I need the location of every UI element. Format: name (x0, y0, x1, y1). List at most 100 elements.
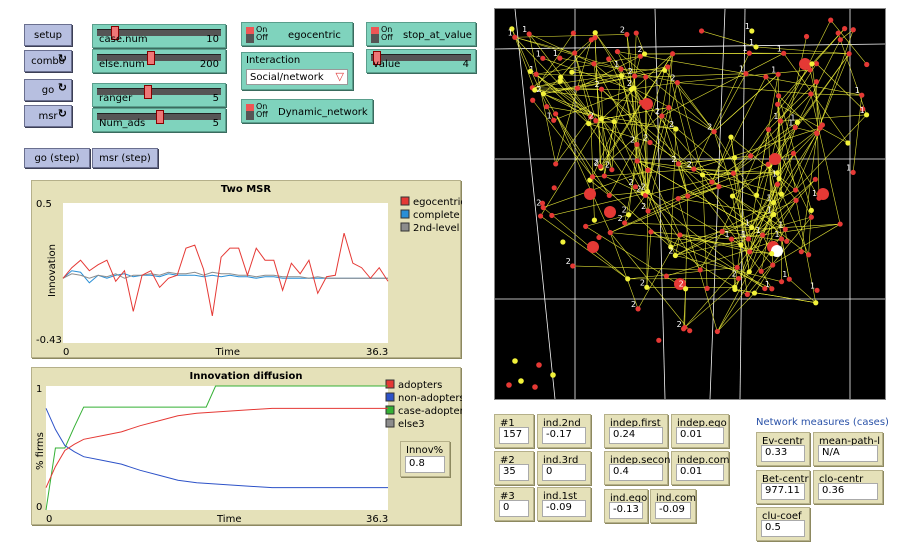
node (812, 176, 818, 182)
slider-knob[interactable] (144, 85, 153, 99)
edge (693, 127, 821, 170)
node (729, 193, 736, 199)
node-label: 2 (627, 79, 632, 88)
node (666, 104, 672, 111)
slider-else-num[interactable]: else.num 200 (92, 49, 226, 73)
node (539, 200, 546, 206)
node (774, 170, 780, 176)
node-label: 2 (630, 135, 635, 144)
node-label: 1 (739, 65, 744, 74)
chooser-interaction[interactable]: Interaction Social/network ▽ (241, 52, 353, 90)
node (645, 188, 651, 195)
node (728, 236, 735, 242)
edge (572, 265, 701, 271)
node (672, 252, 678, 259)
toggle-icon[interactable] (246, 104, 254, 120)
edge (594, 32, 622, 76)
node (775, 93, 782, 99)
x-min-label: 0 (63, 347, 69, 358)
node (769, 251, 775, 257)
go-step-button[interactable]: go (step) (24, 148, 90, 168)
switch-egocentric[interactable]: On Off egocentric (241, 22, 353, 46)
network-measures-title: Network measures (cases) (756, 417, 889, 428)
slider-value[interactable]: value 4 (366, 49, 476, 73)
node (704, 285, 710, 291)
node (553, 161, 559, 167)
node (749, 224, 755, 231)
slider-ranger[interactable]: ranger 5 (92, 83, 226, 107)
plot-area: 0.5 -0.430 36.3 Time Innovation egocentric com… (36, 196, 462, 358)
node (808, 214, 814, 220)
slider-knob[interactable] (146, 51, 155, 65)
node (669, 51, 676, 57)
node (618, 73, 625, 79)
node (638, 99, 645, 106)
node-label: 2 (620, 25, 625, 34)
node (544, 104, 550, 110)
node (813, 79, 820, 85)
nodes: 1212121212121212121212121212121212121212… (508, 17, 870, 343)
node (814, 287, 820, 293)
node (626, 212, 632, 218)
switch-dynamic-network[interactable]: On Off Dynamic_network (241, 99, 373, 123)
legend-swatch (400, 209, 410, 219)
node (808, 91, 814, 97)
node (828, 17, 834, 23)
node (770, 262, 776, 268)
monitor-mean-path: mean-path-l N/A (813, 432, 883, 466)
slider-label: else.num (99, 59, 145, 70)
dropdown-arrow-icon[interactable]: ▽ (336, 70, 344, 83)
node-label: 2 (640, 278, 645, 287)
slider-case-num[interactable]: case.num 10 (92, 24, 226, 48)
setup-button[interactable]: setup (24, 24, 72, 46)
monitor-ev-centr: Ev-centr 0.33 (756, 432, 810, 466)
monitor-value: -0.13 (609, 502, 643, 519)
go-button[interactable]: go ↻ (24, 79, 72, 101)
plot-innovation-diffusion: Innovation diffusion 1 0 0 36.3 Time% firms a… (31, 367, 462, 525)
edge (816, 53, 850, 133)
legend-swatch (385, 405, 395, 415)
chooser-select[interactable]: Social/network ▽ (246, 69, 348, 85)
monitor-value: 0.24 (609, 427, 663, 444)
node (808, 207, 814, 213)
legend-label: egocentric (413, 197, 462, 208)
node (632, 184, 639, 190)
edge (555, 113, 611, 233)
node-label: 2 (670, 74, 675, 83)
monitor-value: 0.5 (761, 520, 805, 537)
world-view[interactable]: 1212121212121212121212121212121212121212… (494, 8, 886, 400)
node (574, 85, 581, 91)
combo-button[interactable]: combo ↻ (24, 50, 72, 72)
node (697, 267, 703, 273)
forever-icon: ↻ (57, 107, 67, 120)
hub-node (769, 153, 781, 165)
plot-background (46, 386, 388, 510)
node (540, 204, 546, 211)
node (809, 61, 815, 67)
node (771, 211, 777, 218)
toggle-icon[interactable] (246, 27, 254, 43)
slider-num-ads[interactable]: Num_ads 5 (92, 108, 226, 132)
node (589, 174, 596, 180)
node (592, 30, 598, 36)
node (663, 273, 669, 279)
node (778, 191, 785, 197)
monitor-value: 977.11 (761, 483, 805, 500)
node (675, 161, 682, 167)
y-min-label: -0.43 (36, 335, 62, 346)
switch-stop-at-value[interactable]: On Off stop_at_value (366, 22, 476, 46)
msr-step-button[interactable]: msr (step) (92, 148, 158, 168)
node-label: 2 (655, 107, 660, 116)
node (591, 217, 598, 223)
hub-node (584, 188, 596, 200)
node-label: 2 (687, 160, 692, 169)
node (732, 284, 738, 290)
node (819, 122, 825, 128)
node-label: 1 (778, 220, 783, 229)
edge (684, 267, 738, 328)
msr-button[interactable]: msr ↻ (24, 105, 72, 127)
node (774, 181, 781, 187)
node (746, 50, 752, 56)
slider-knob[interactable] (156, 110, 164, 124)
toggle-icon[interactable] (371, 27, 379, 43)
